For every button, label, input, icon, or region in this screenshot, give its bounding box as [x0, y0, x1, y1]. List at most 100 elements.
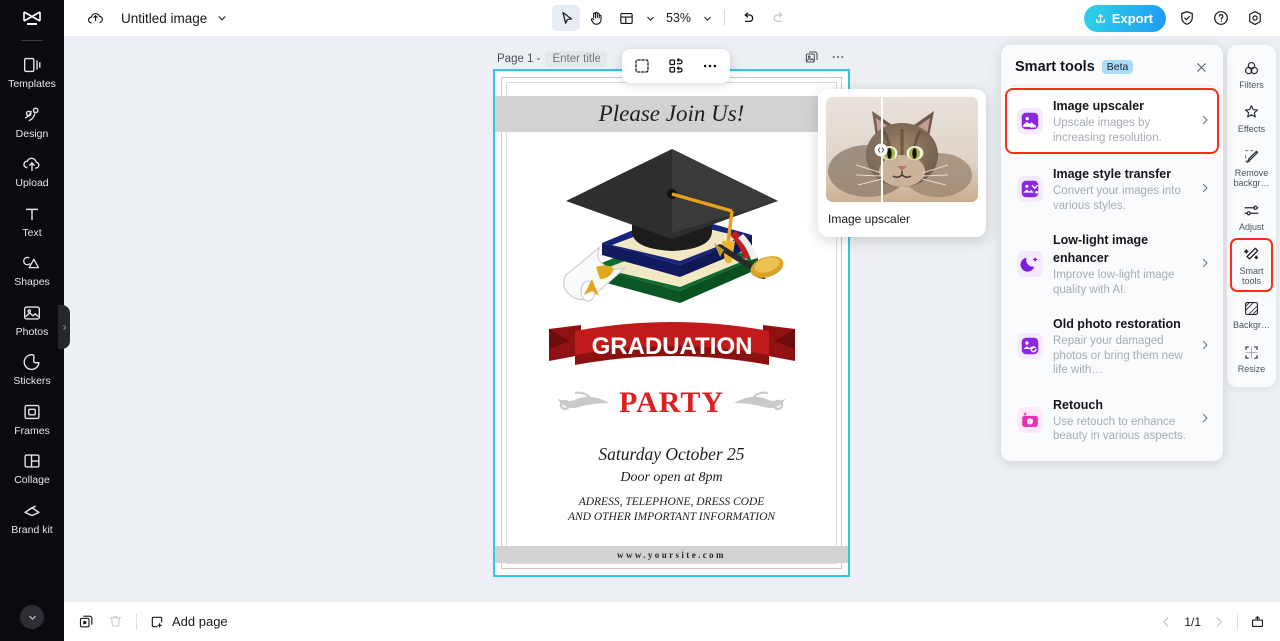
sidebar-item-templates[interactable]: Templates — [0, 47, 64, 97]
sidebar-item-text[interactable]: Text — [0, 196, 64, 246]
upload-icon — [1095, 13, 1105, 23]
sidebar-item-label: Collage — [14, 474, 50, 486]
shield-check-icon[interactable] — [1174, 5, 1200, 31]
sidebar-item-brand-kit[interactable]: Brand kit — [0, 493, 64, 543]
sidebar-item-stickers[interactable]: Stickers — [0, 344, 64, 394]
sidebar-item-upload[interactable]: Upload — [0, 146, 64, 196]
redo-button[interactable] — [764, 5, 792, 31]
right-item-remove-background[interactable]: Remove backgr… — [1227, 140, 1276, 194]
preview-image — [826, 97, 978, 202]
right-item-resize[interactable]: Resize — [1227, 336, 1276, 380]
chevron-right-icon[interactable] — [1197, 339, 1211, 354]
tool-description: Use retouch to enhance beauty in various… — [1053, 415, 1186, 443]
sidebar-item-collage[interactable]: Collage — [0, 443, 64, 493]
tool-low-light-image-enhancer[interactable]: Low-light image enhancer Improve low-lig… — [1005, 222, 1219, 306]
canvas-page[interactable]: Please Join Us! GRADUATION PARTY Saturda… — [493, 69, 850, 577]
tool-description: Upscale images by increasing resolution. — [1053, 117, 1162, 144]
gear-icon[interactable] — [1242, 5, 1268, 31]
bottom-left-group: Add page — [78, 613, 228, 630]
right-item-effects[interactable]: Effects — [1227, 96, 1276, 140]
layout-tool-button[interactable] — [612, 5, 640, 31]
page-title-input[interactable] — [545, 51, 608, 67]
graduation-cap-books-illustration — [562, 149, 783, 303]
graduation-poster: Please Join Us! GRADUATION PARTY Saturda… — [495, 71, 848, 575]
tool-old-photo-restoration[interactable]: Old photo restoration Repair your damage… — [1005, 306, 1219, 387]
tool-retouch[interactable]: Retouch Use retouch to enhance beauty in… — [1005, 387, 1219, 453]
background-icon — [1244, 301, 1259, 316]
trash-icon[interactable] — [107, 613, 124, 630]
panel-header: Smart tools Beta — [1001, 45, 1223, 85]
hand-tool-button[interactable] — [582, 5, 610, 31]
chevron-down-icon[interactable] — [216, 12, 228, 24]
right-item-label: Adjust — [1238, 222, 1264, 232]
right-item-smart-tools[interactable]: Smart tools — [1230, 238, 1273, 292]
right-item-background[interactable]: Backgr… — [1227, 292, 1276, 336]
tool-description: Convert your images into various styles. — [1053, 185, 1181, 212]
add-page-plus-icon — [151, 616, 163, 628]
replace-swap-icon[interactable] — [665, 55, 687, 77]
sidebar-item-label: Frames — [14, 424, 50, 437]
image-upscaler-preview-card: Image upscaler — [818, 89, 986, 237]
page-more-icon[interactable] — [830, 49, 846, 65]
tool-image-upscaler[interactable]: 4K Image upscaler Upscale images by incr… — [1005, 88, 1219, 154]
capcut-logo-icon[interactable] — [0, 0, 64, 38]
zoom-level-value[interactable]: 53% — [660, 11, 697, 25]
right-item-label: Smart tools — [1239, 266, 1264, 286]
cutout-select-icon[interactable] — [631, 55, 653, 77]
sidebar-item-design[interactable]: Design — [0, 97, 64, 147]
effects-star-icon — [1244, 105, 1259, 118]
cloud-save-icon[interactable] — [86, 9, 105, 28]
page-label-group: Page 1 - — [497, 51, 608, 67]
sidebar-expand-handle[interactable] — [58, 305, 70, 349]
sidebar-item-frames[interactable]: Frames — [0, 394, 64, 444]
poster-party-row: PARTY — [495, 386, 848, 420]
canvas-tools-group: 53% — [551, 5, 792, 31]
toolbar-divider — [724, 10, 726, 26]
poster-website: www.yoursite.com — [617, 549, 726, 560]
right-item-label: Resize — [1237, 364, 1266, 374]
present-button[interactable] — [1249, 613, 1266, 630]
undo-button[interactable] — [734, 5, 762, 31]
sidebar-collapse-button[interactable] — [20, 605, 44, 629]
tool-text: Retouch Use retouch to enhance beauty in… — [1053, 396, 1187, 444]
sidebar-item-label: Design — [15, 127, 49, 140]
chevron-right-icon[interactable] — [1197, 114, 1211, 129]
next-page-button[interactable] — [1212, 615, 1226, 629]
poster-detail-lines: Saturday October 25 Door open at 8pm ADR… — [495, 444, 848, 525]
tool-name: Old photo restoration — [1053, 317, 1181, 331]
before-after-slider-handle-icon[interactable] — [874, 143, 888, 156]
more-horizontal-icon[interactable] — [699, 55, 721, 77]
bottom-right-group: 1/1 — [1159, 613, 1266, 630]
right-item-adjust[interactable]: Adjust — [1227, 194, 1276, 238]
close-x-icon[interactable] — [1194, 60, 1209, 75]
zoom-caret-icon[interactable] — [699, 5, 715, 31]
add-page-label: Add page — [172, 614, 228, 629]
topbar-right-group: Export — [1083, 4, 1268, 32]
add-page-button[interactable]: Add page — [149, 614, 228, 630]
poster-door-time: Door open at 8pm — [620, 470, 723, 485]
right-item-filters[interactable]: Filters — [1227, 52, 1276, 96]
chevron-right-icon[interactable] — [1197, 182, 1211, 197]
prev-page-button[interactable] — [1159, 615, 1173, 629]
duplicate-page-icon[interactable] — [804, 49, 820, 65]
panel-divider — [1011, 85, 1213, 86]
svg-text:4K: 4K — [1030, 124, 1037, 130]
layout-caret-icon[interactable] — [642, 5, 658, 31]
chevron-right-icon[interactable] — [1197, 412, 1211, 427]
document-title[interactable]: Untitled image — [121, 11, 207, 26]
duplicate-icon[interactable] — [78, 613, 95, 630]
tool-text: Old photo restoration Repair your damage… — [1053, 315, 1187, 378]
tool-name: Image style transfer — [1053, 167, 1172, 181]
chevron-right-icon[interactable] — [1197, 257, 1211, 272]
tool-image-style-transfer[interactable]: Image style transfer Convert your images… — [1005, 156, 1219, 222]
sidebar-item-photos[interactable]: Photos — [0, 295, 64, 345]
sidebar-item-shapes[interactable]: Shapes — [0, 245, 64, 295]
beta-badge: Beta — [1101, 60, 1134, 74]
right-item-label: Remove backgr… — [1233, 168, 1270, 188]
export-button[interactable]: Export — [1083, 4, 1166, 32]
question-circle-icon[interactable] — [1208, 5, 1234, 31]
top-toolbar: Untitled image 53% Export — [64, 0, 1280, 36]
select-tool-button[interactable] — [551, 5, 580, 31]
present-slideshow-icon — [1251, 616, 1264, 628]
right-item-label: Filters — [1239, 80, 1264, 90]
